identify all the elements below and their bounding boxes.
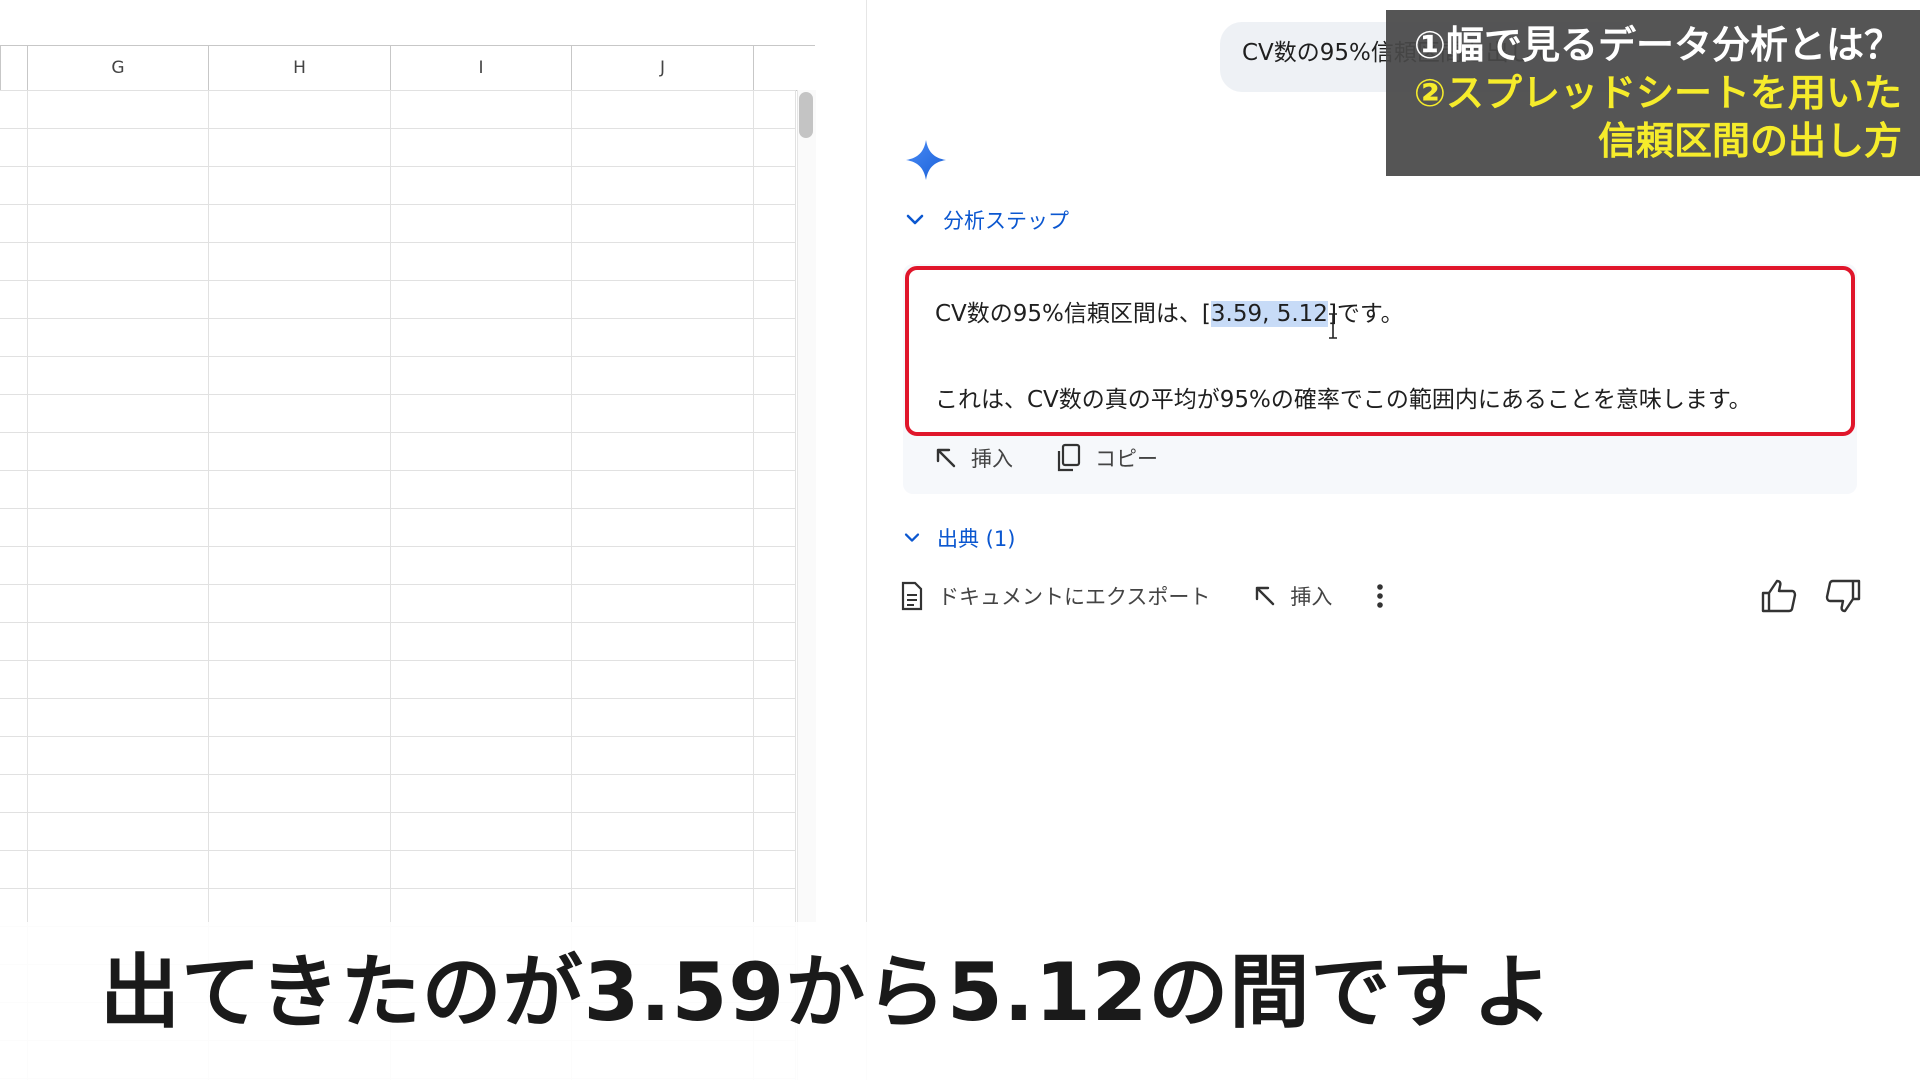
grid-row-line: [0, 622, 795, 623]
export-label: ドキュメントにエクスポート: [938, 585, 1211, 609]
answer-highlight-box: CV数の95%信頼区間は、[3.59, 5.12]です。 これは、CV数の真の平…: [905, 266, 1855, 436]
grid-row-line: [0, 774, 795, 775]
grid-row-line: [0, 736, 795, 737]
overlay-title-line1: ①幅で見るデータ分析とは？: [1413, 23, 1902, 67]
grid-row-line: [0, 128, 795, 129]
grid-row-line: [0, 812, 795, 813]
export-to-docs-button[interactable]: ドキュメントにエクスポート: [900, 581, 1210, 611]
grid-row-line: [0, 432, 795, 433]
grid-row-line: [0, 546, 795, 547]
grid-row-line: [0, 242, 795, 243]
analysis-steps-toggle[interactable]: 分析ステップ: [905, 200, 1069, 240]
grid-row-line: [0, 888, 795, 889]
insert-label: 挿入: [971, 447, 1013, 471]
column-header-k[interactable]: [753, 46, 815, 90]
copy-button[interactable]: コピー: [1055, 443, 1158, 473]
grid-row-line: [0, 508, 795, 509]
more-vert-icon: [1377, 584, 1384, 608]
column-header-i[interactable]: I: [390, 46, 571, 90]
grid-row-line: [0, 698, 795, 699]
grid-row-line: [0, 204, 795, 205]
grid-row-line: [0, 850, 795, 851]
document-icon: [901, 581, 923, 611]
scrollbar-thumb[interactable]: [799, 92, 813, 138]
grid-row-line: [0, 356, 795, 357]
sources-toggle[interactable]: 出典 (1): [903, 520, 1015, 556]
chevron-down-icon: [906, 214, 924, 225]
overlay-title-line3: 信頼区間の出し方: [1597, 119, 1902, 163]
video-title-overlay: ①幅で見るデータ分析とは？ ②スプレッドシートを用いた 信頼区間の出し方: [1386, 10, 1920, 176]
grid-row-line: [0, 660, 795, 661]
sources-label: 出典 (1): [937, 527, 1016, 551]
answer-prefix: CV数の95%信頼区間は、[: [935, 301, 1211, 327]
column-header-j[interactable]: J: [571, 46, 753, 90]
grid-row-line: [0, 280, 795, 281]
answer-text-line2[interactable]: これは、CV数の真の平均が95%の確率でこの範囲内にあることを意味します。: [935, 380, 1752, 414]
video-subtitle: 出てきたのが3.59から5.12の間ですよ: [100, 946, 1554, 1039]
overlay-title-line2: ②スプレッドシートを用いた: [1413, 71, 1902, 115]
insert-response-button[interactable]: 挿入: [1254, 581, 1332, 611]
analysis-steps-label: 分析ステップ: [943, 209, 1069, 233]
copy-icon: [1057, 443, 1081, 472]
grid-row-line: [0, 394, 795, 395]
answer-suffix: ]です。: [1327, 301, 1404, 327]
thumb-up-icon[interactable]: [1760, 578, 1798, 614]
thumb-down-icon[interactable]: [1824, 578, 1862, 614]
insert-arrow-icon: [1256, 586, 1275, 606]
insert-response-label: 挿入: [1290, 585, 1333, 609]
answer-actions: 挿入 コピー: [935, 440, 1158, 476]
insert-arrow-icon: [936, 448, 956, 468]
response-actions: ドキュメントにエクスポート 挿入: [900, 576, 1384, 616]
selected-interval-text[interactable]: 3.59, 5.12: [1210, 301, 1328, 327]
column-header-partial[interactable]: [0, 46, 27, 90]
copy-label: コピー: [1095, 447, 1158, 471]
grid-row-line: [0, 584, 795, 585]
column-header-g[interactable]: G: [27, 46, 208, 90]
more-options-button[interactable]: [1376, 583, 1384, 609]
spreadsheet-pane: G H I J: [0, 0, 866, 1080]
sparkle-icon: [906, 140, 946, 180]
grid-row-line: [0, 470, 795, 471]
column-header-h[interactable]: H: [208, 46, 390, 90]
grid-row-line: [0, 166, 795, 167]
grid-row-line: [0, 90, 795, 91]
chevron-down-icon: [904, 533, 920, 542]
text-cursor-icon: [1329, 313, 1337, 339]
insert-button[interactable]: 挿入: [935, 443, 1013, 473]
grid-row-line: [0, 318, 795, 319]
column-header-row: G H I J: [0, 45, 815, 91]
